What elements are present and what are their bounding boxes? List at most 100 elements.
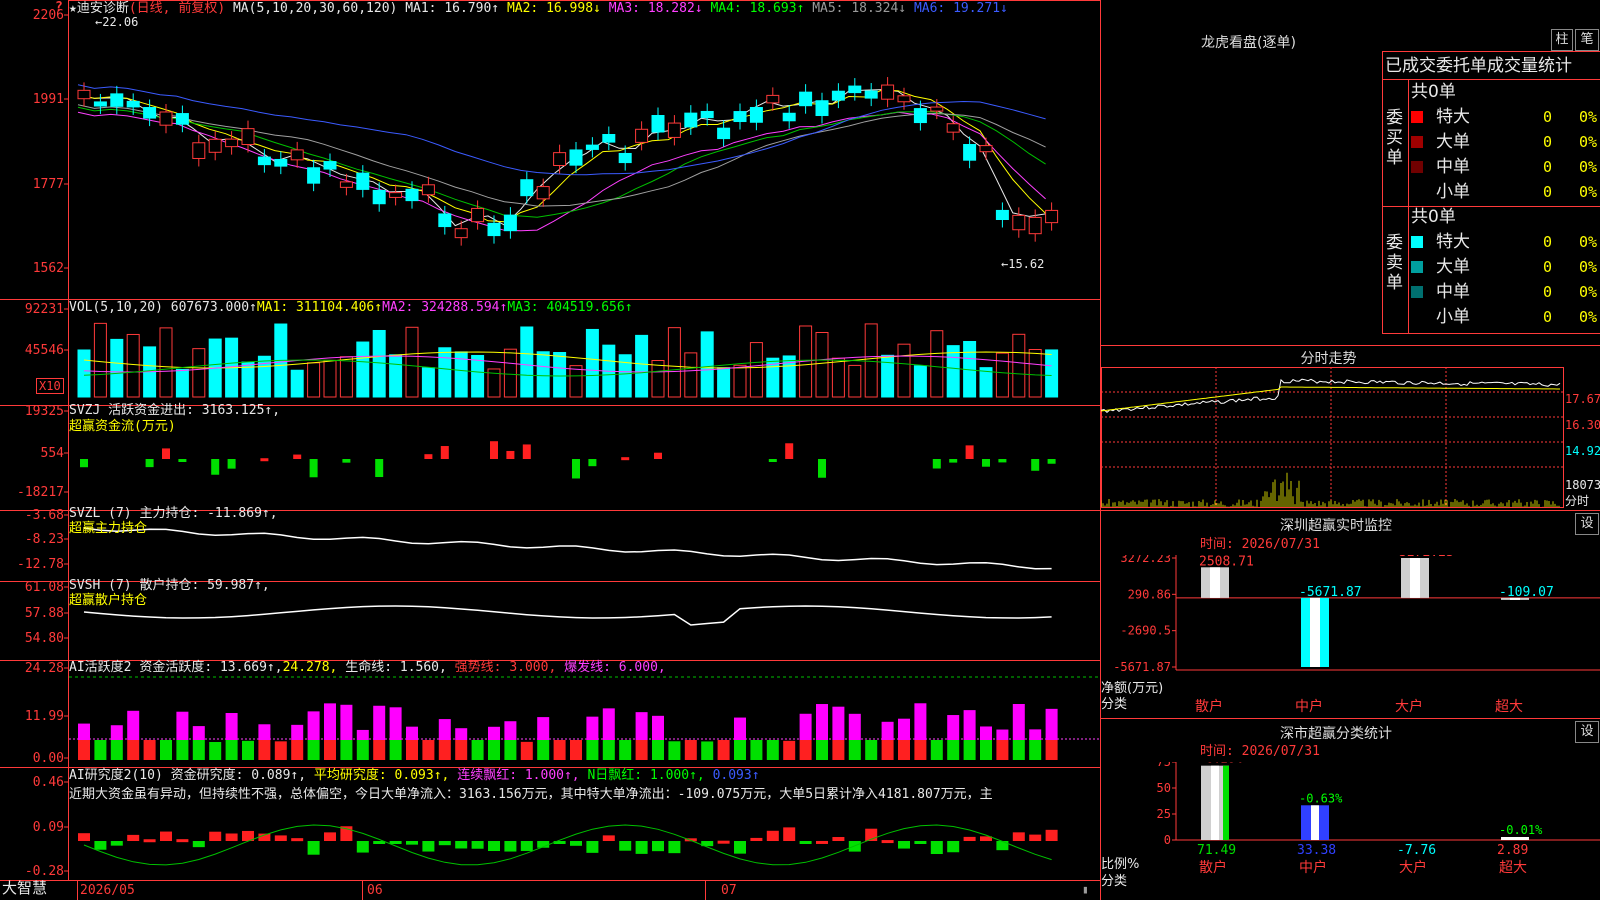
monitor-chart[interactable]: 3272.23 290.86 -2690.5 -5671.87 2508.71 散户 -56… bbox=[1101, 555, 1600, 720]
activity-bar bbox=[520, 741, 533, 760]
class-category-label: 大户 bbox=[1399, 859, 1427, 876]
monitor-category-label: 散户 bbox=[1195, 698, 1223, 715]
svzl-y-label: -8.23 bbox=[24, 532, 64, 547]
ai-act-label: AI活跃度2 bbox=[69, 660, 132, 675]
ai-res-e: 0.093↑ bbox=[712, 768, 760, 783]
research-bar bbox=[488, 841, 500, 852]
candle-body bbox=[913, 108, 927, 124]
activity-bar bbox=[143, 740, 156, 760]
activity-bar bbox=[1029, 740, 1042, 760]
star-icon[interactable]: ★ bbox=[69, 1, 77, 16]
candle-body bbox=[503, 214, 517, 232]
ai-res-b: 平均研究度: 0.093↑, bbox=[313, 768, 450, 783]
volume-bar bbox=[520, 326, 534, 398]
research-bar bbox=[963, 836, 976, 841]
fund-flow-bar bbox=[211, 459, 220, 475]
tab-pen[interactable]: 笔 bbox=[1575, 29, 1599, 51]
research-bar bbox=[668, 841, 681, 854]
order-count: 0 bbox=[1543, 308, 1553, 326]
activity-bar bbox=[799, 740, 812, 760]
lock-icon[interactable]: ▮ bbox=[1082, 882, 1089, 897]
candle-body bbox=[684, 112, 698, 128]
candle-body bbox=[93, 101, 107, 107]
class-y-label: 25 bbox=[1157, 807, 1171, 821]
stock-name[interactable]: 迪安诊断 bbox=[77, 1, 129, 16]
fund-flow-bar bbox=[998, 459, 1007, 463]
vol-header: VOL(5,10,20) 607673.000↑MA1: 311104.406↑… bbox=[69, 300, 633, 315]
order-size-label: 中单 bbox=[1436, 282, 1470, 302]
volume-bar bbox=[421, 367, 435, 398]
monitor-y-label: 3272.23 bbox=[1120, 555, 1171, 565]
activity-bar bbox=[652, 740, 664, 760]
vol-unit-badge[interactable]: X10 bbox=[36, 378, 64, 394]
chart-canvas[interactable] bbox=[0, 0, 1101, 900]
svzj-y-label: 19325 bbox=[24, 404, 64, 419]
activity-bar bbox=[848, 713, 861, 740]
volume-bar bbox=[159, 327, 173, 398]
research-bar bbox=[143, 839, 156, 843]
activity-bar bbox=[668, 741, 681, 760]
intraday-chart[interactable] bbox=[1101, 367, 1600, 510]
research-bar bbox=[406, 841, 418, 845]
volume-bar bbox=[897, 343, 911, 398]
candle-body bbox=[733, 111, 747, 123]
candle-body bbox=[815, 100, 829, 117]
order-count: 0 bbox=[1543, 283, 1553, 301]
activity-bar bbox=[488, 740, 500, 760]
research-bar bbox=[127, 834, 140, 841]
chart-mode[interactable]: (日线, 前复权) bbox=[129, 1, 225, 16]
activity-bar bbox=[324, 703, 336, 740]
research-bar bbox=[422, 841, 435, 852]
class-settings-button[interactable]: 设 bbox=[1575, 721, 1599, 743]
candle-body bbox=[175, 113, 189, 125]
candle-body bbox=[487, 222, 501, 237]
date-label: 07 bbox=[721, 883, 737, 898]
activity-bar bbox=[799, 713, 812, 740]
intraday-y-label: 16.30 bbox=[1565, 418, 1600, 432]
candle-body bbox=[667, 122, 681, 138]
svzl-value: 主力持仓: -11.869↑, bbox=[139, 506, 278, 521]
activity-bar bbox=[832, 706, 845, 740]
activity-bar bbox=[865, 740, 878, 760]
activity-bar bbox=[488, 726, 500, 740]
research-bar bbox=[291, 838, 304, 842]
research-bar bbox=[602, 835, 615, 841]
volume-bar bbox=[290, 369, 304, 398]
longhu-divider bbox=[1382, 333, 1600, 334]
order-size-label: 大单 bbox=[1436, 132, 1470, 152]
activity-bar bbox=[209, 741, 222, 760]
fund-flow-bar bbox=[982, 459, 990, 467]
date-label: 2026/05 bbox=[80, 883, 135, 898]
research-bar bbox=[1012, 832, 1025, 841]
activity-bar bbox=[291, 724, 304, 740]
activity-bar bbox=[963, 710, 976, 740]
candle-body bbox=[389, 192, 403, 198]
monitor-category-label: 大户 bbox=[1395, 698, 1423, 715]
activity-bar bbox=[832, 740, 845, 760]
activity-bar bbox=[455, 740, 468, 760]
tab-bar[interactable]: 柱 bbox=[1551, 29, 1573, 51]
volume-bar bbox=[93, 322, 107, 398]
ai-res-label: AI研究度2(10) bbox=[69, 768, 163, 783]
volume-bar bbox=[848, 364, 862, 398]
svzl-subtitle: 超赢主力持仓 bbox=[69, 521, 148, 536]
class-category-label: 超大 bbox=[1499, 860, 1527, 876]
ai-res-c: 连续飘红: 1.000↑, bbox=[457, 768, 580, 783]
fund-flow-bar bbox=[588, 459, 597, 467]
class-chart[interactable]: 75 50 25 0 +0.28% 71.49散户 -0.63% 33.38中户 -7.76大户… bbox=[1101, 762, 1600, 900]
activity-bar bbox=[898, 718, 910, 740]
order-pct: 0% bbox=[1579, 108, 1598, 126]
ai-res-y-label: -0.28 bbox=[24, 864, 64, 879]
retail-holding-line bbox=[83, 605, 1052, 626]
candle-body bbox=[881, 84, 895, 100]
order-count: 0 bbox=[1543, 158, 1553, 176]
low-price-marker: ←15.62 bbox=[1001, 257, 1045, 271]
fund-flow-bar bbox=[80, 459, 88, 468]
monitor-bar-highlight bbox=[1210, 567, 1220, 598]
monitor-settings-button[interactable]: 设 bbox=[1575, 513, 1599, 535]
class-bar-highlight bbox=[1511, 836, 1519, 840]
ma3-value: MA3: 18.282↓ bbox=[608, 1, 703, 16]
research-bar bbox=[110, 841, 123, 846]
research-bar bbox=[94, 841, 107, 850]
fund-flow-bar bbox=[293, 454, 302, 459]
